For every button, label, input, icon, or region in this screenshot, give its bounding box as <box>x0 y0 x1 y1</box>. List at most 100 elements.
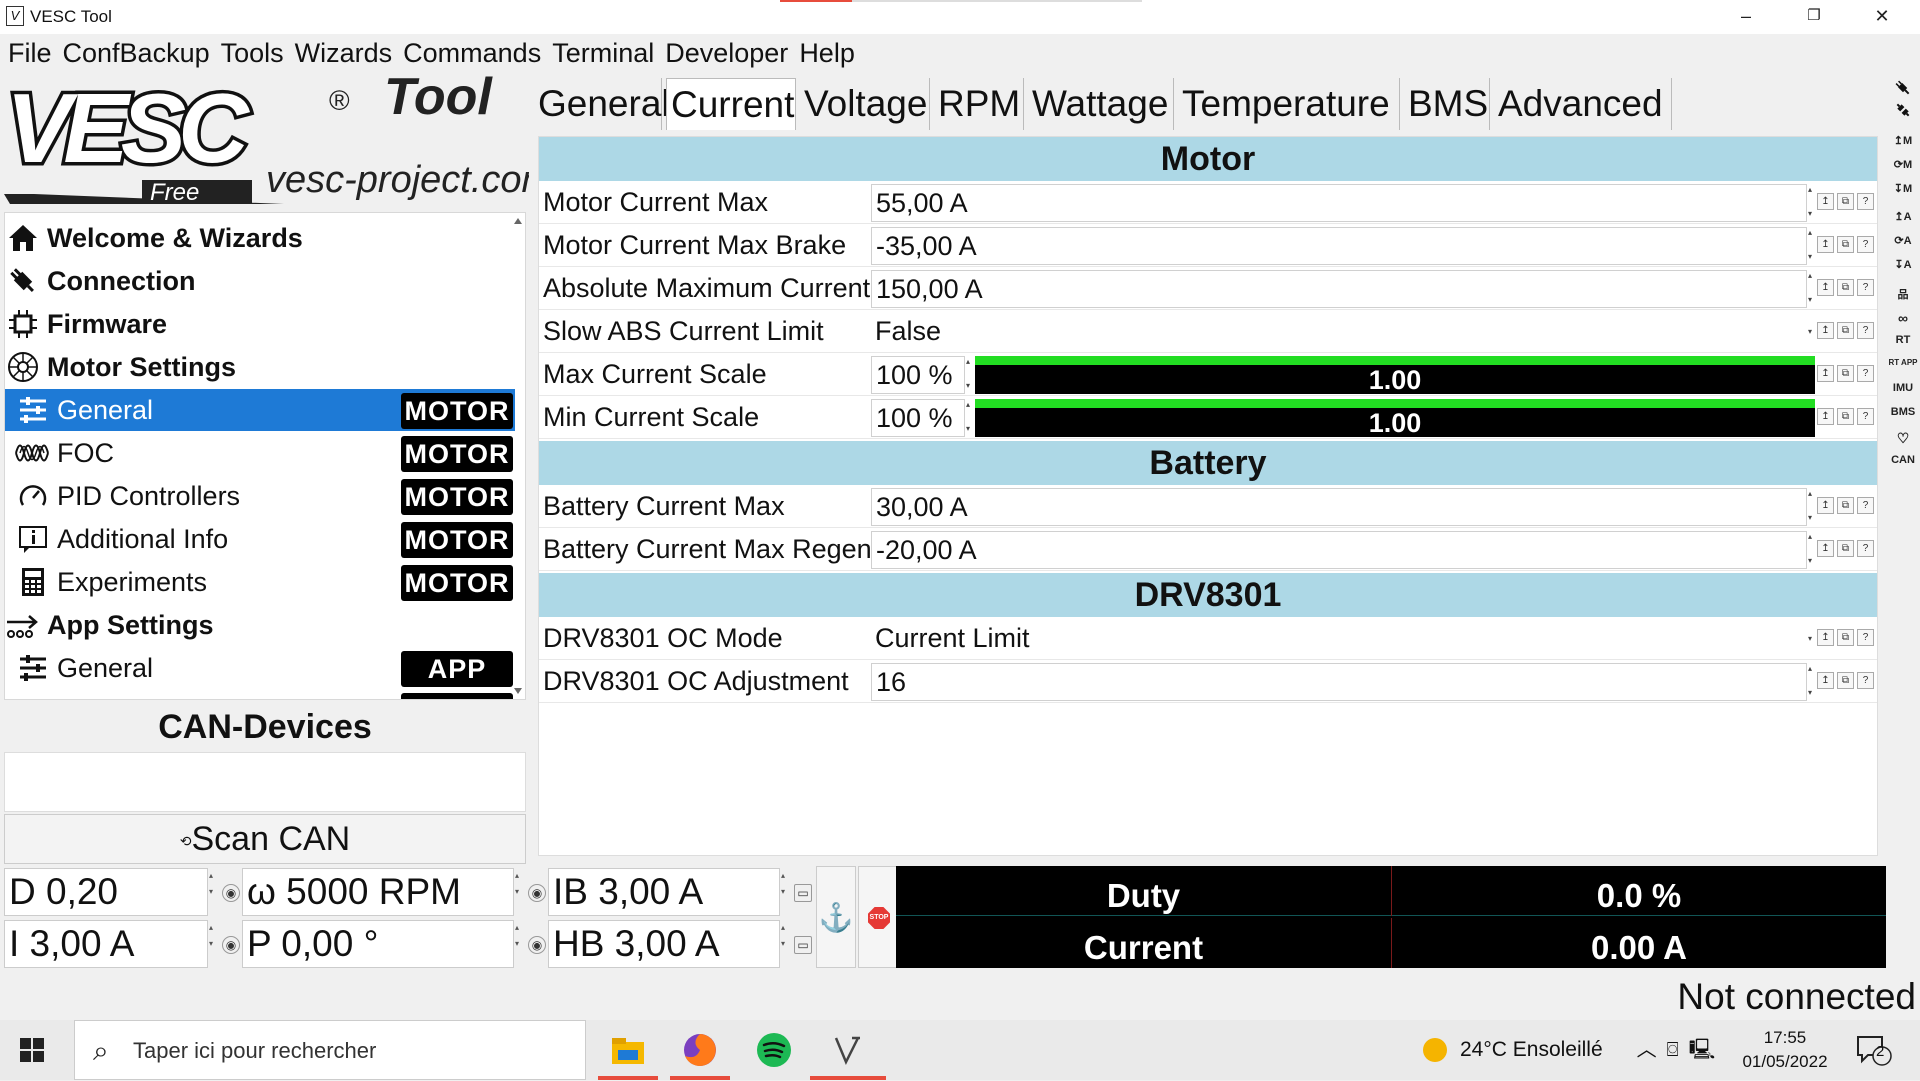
sidebar-item-app-settings[interactable]: App Settings <box>5 604 515 646</box>
upload-icon[interactable]: ↥ <box>1817 408 1834 425</box>
copy-icon[interactable]: ⧉ <box>1837 497 1854 514</box>
spinbox-arrows-icon[interactable]: ▴ ▾ <box>1805 270 1815 308</box>
upload-icon[interactable]: ↥ <box>1817 236 1834 253</box>
help-icon[interactable]: ? <box>1857 497 1874 514</box>
spinbox-arrows-icon[interactable]: ▴ ▾ <box>206 868 216 916</box>
tab-wattage[interactable]: Wattage <box>1028 78 1174 130</box>
menu-commands[interactable]: Commands <box>403 38 541 69</box>
tab-advanced[interactable]: Advanced <box>1494 78 1672 130</box>
sidebar-item-experiments[interactable]: Experiments MOTOR <box>5 561 515 603</box>
sidebar-item-additional-info[interactable]: Additional Info MOTOR <box>5 518 515 560</box>
sidebar-item-connection[interactable]: Connection <box>5 260 515 302</box>
tab-temperature[interactable]: Temperature <box>1178 78 1400 130</box>
minimize-button[interactable]: – <box>1726 4 1766 28</box>
can-icon[interactable]: CAN <box>1888 454 1918 476</box>
upload-icon[interactable]: ↥ <box>1817 629 1834 646</box>
param-input[interactable]: 100 % <box>871 356 965 394</box>
stop-button[interactable]: STOP <box>858 866 898 968</box>
spinbox-arrows-icon[interactable]: ▴ ▾ <box>1805 488 1815 526</box>
firefox-icon[interactable] <box>676 1026 724 1074</box>
bms-icon[interactable]: BMS <box>1888 406 1918 428</box>
clock[interactable]: 17:55 01/05/2022 <box>1740 1026 1830 1074</box>
menu-wizards[interactable]: Wizards <box>295 38 393 69</box>
copy-icon[interactable]: ⧉ <box>1837 365 1854 382</box>
copy-icon[interactable]: ⧉ <box>1837 279 1854 296</box>
duty-input[interactable]: D 0,20 <box>4 868 208 916</box>
spinbox-arrows-icon[interactable]: ▴ ▾ <box>512 868 522 916</box>
param-input[interactable]: 16 <box>871 663 1807 701</box>
chevron-down-icon[interactable]: ▾ <box>1805 313 1815 351</box>
help-icon[interactable]: ? <box>1857 193 1874 210</box>
handbrake-input[interactable]: HB 3,00 A <box>548 920 780 968</box>
spinbox-arrows-icon[interactable]: ▴ ▾ <box>206 920 216 968</box>
menu-tools[interactable]: Tools <box>221 38 284 69</box>
duty-set-button[interactable]: ◉ <box>222 884 240 902</box>
tab-voltage[interactable]: Voltage <box>800 78 930 130</box>
brake-current-input[interactable]: IB 3,00 A <box>548 868 780 916</box>
help-icon[interactable]: ? <box>1857 279 1874 296</box>
copy-icon[interactable]: ⧉ <box>1837 322 1854 339</box>
param-input[interactable]: 55,00 A <box>871 184 1807 222</box>
menu-confbackup[interactable]: ConfBackup <box>63 38 210 69</box>
help-icon[interactable]: ? <box>1857 365 1874 382</box>
taskbar-search[interactable]: ⌕ Taper ici pour rechercher <box>74 1020 586 1080</box>
spinbox-arrows-icon[interactable]: ▴ ▾ <box>512 920 522 968</box>
param-input[interactable]: 150,00 A <box>871 270 1807 308</box>
menu-help[interactable]: Help <box>799 38 855 69</box>
motor-down-icon[interactable]: ↧M <box>1888 182 1918 204</box>
sidebar-item-motor-general[interactable]: General MOTOR <box>5 389 515 431</box>
upload-icon[interactable]: ↥ <box>1817 365 1834 382</box>
sidebar-scrollbar[interactable] <box>512 212 524 700</box>
sidebar-item-firmware[interactable]: Firmware <box>5 303 515 345</box>
spinbox-arrows-icon[interactable]: ▴ ▾ <box>1805 227 1815 265</box>
scan-can-button[interactable]: ⟲Scan CAN <box>4 814 526 864</box>
chevron-down-icon[interactable]: ▾ <box>1805 620 1815 658</box>
spinbox-arrows-icon[interactable]: ▴ ▾ <box>963 356 973 394</box>
sidebar-item-app-general[interactable]: General APP <box>5 647 515 689</box>
upload-icon[interactable]: ↥ <box>1817 497 1834 514</box>
copy-icon[interactable]: ⧉ <box>1837 629 1854 646</box>
tab-bms[interactable]: BMS <box>1404 78 1490 130</box>
menu-terminal[interactable]: Terminal <box>552 38 654 69</box>
param-select[interactable]: False <box>871 313 1807 351</box>
can-devices-list[interactable] <box>4 752 526 812</box>
network-icon[interactable]: 🖳 <box>1689 1020 1716 1080</box>
copy-icon[interactable]: ⧉ <box>1837 193 1854 210</box>
spinbox-arrows-icon[interactable]: ▴ ▾ <box>963 399 973 437</box>
disconnect-icon[interactable] <box>1888 102 1918 124</box>
rpm-input[interactable]: ω 5000 RPM <box>242 868 514 916</box>
current-set-button[interactable]: ◉ <box>222 936 240 954</box>
heart-icon[interactable]: ♡ <box>1888 430 1918 452</box>
upload-icon[interactable]: ↥ <box>1817 672 1834 689</box>
sidebar-item-pid-controllers[interactable]: PID Controllers MOTOR <box>5 475 515 517</box>
app-read-icon[interactable]: ⟳A <box>1888 234 1918 256</box>
param-input[interactable]: -20,00 A <box>871 531 1807 569</box>
weather-widget[interactable]: 24°C Ensoleillé ︿ ⌼ 🖳 <box>1420 1020 1715 1080</box>
file-explorer-icon[interactable] <box>604 1026 652 1074</box>
rt-icon[interactable]: RT <box>1888 334 1918 356</box>
meet-now-icon[interactable]: ⌼ <box>1667 1020 1679 1080</box>
windows-start-icon[interactable] <box>20 1038 44 1062</box>
spinbox-arrows-icon[interactable]: ▴ ▾ <box>778 920 788 968</box>
motor-read-icon[interactable]: ⟳M <box>1888 158 1918 180</box>
help-icon[interactable]: ? <box>1857 540 1874 557</box>
upload-icon[interactable]: ↥ <box>1817 193 1834 210</box>
handbrake-set-button[interactable]: ▭ <box>794 936 812 954</box>
upload-icon[interactable]: ↥ <box>1817 322 1834 339</box>
menu-file[interactable]: File <box>8 38 52 69</box>
param-select[interactable]: Current Limit <box>871 620 1807 658</box>
app-down-icon[interactable]: ↧A <box>1888 258 1918 280</box>
tab-general[interactable]: General <box>534 78 670 130</box>
menu-developer[interactable]: Developer <box>665 38 788 69</box>
rt-app-icon[interactable]: RT APP <box>1888 358 1918 380</box>
copy-icon[interactable]: ⧉ <box>1837 672 1854 689</box>
brake-set-button[interactable]: ▭ <box>794 884 812 902</box>
position-set-button[interactable]: ◉ <box>528 936 546 954</box>
tab-rpm[interactable]: RPM <box>934 78 1024 130</box>
close-button[interactable]: ✕ <box>1862 4 1902 28</box>
position-input[interactable]: P 0,00 ° <box>242 920 514 968</box>
help-icon[interactable]: ? <box>1857 236 1874 253</box>
help-icon[interactable]: ? <box>1857 322 1874 339</box>
upload-icon[interactable]: ↥ <box>1817 540 1834 557</box>
help-icon[interactable]: ? <box>1857 672 1874 689</box>
